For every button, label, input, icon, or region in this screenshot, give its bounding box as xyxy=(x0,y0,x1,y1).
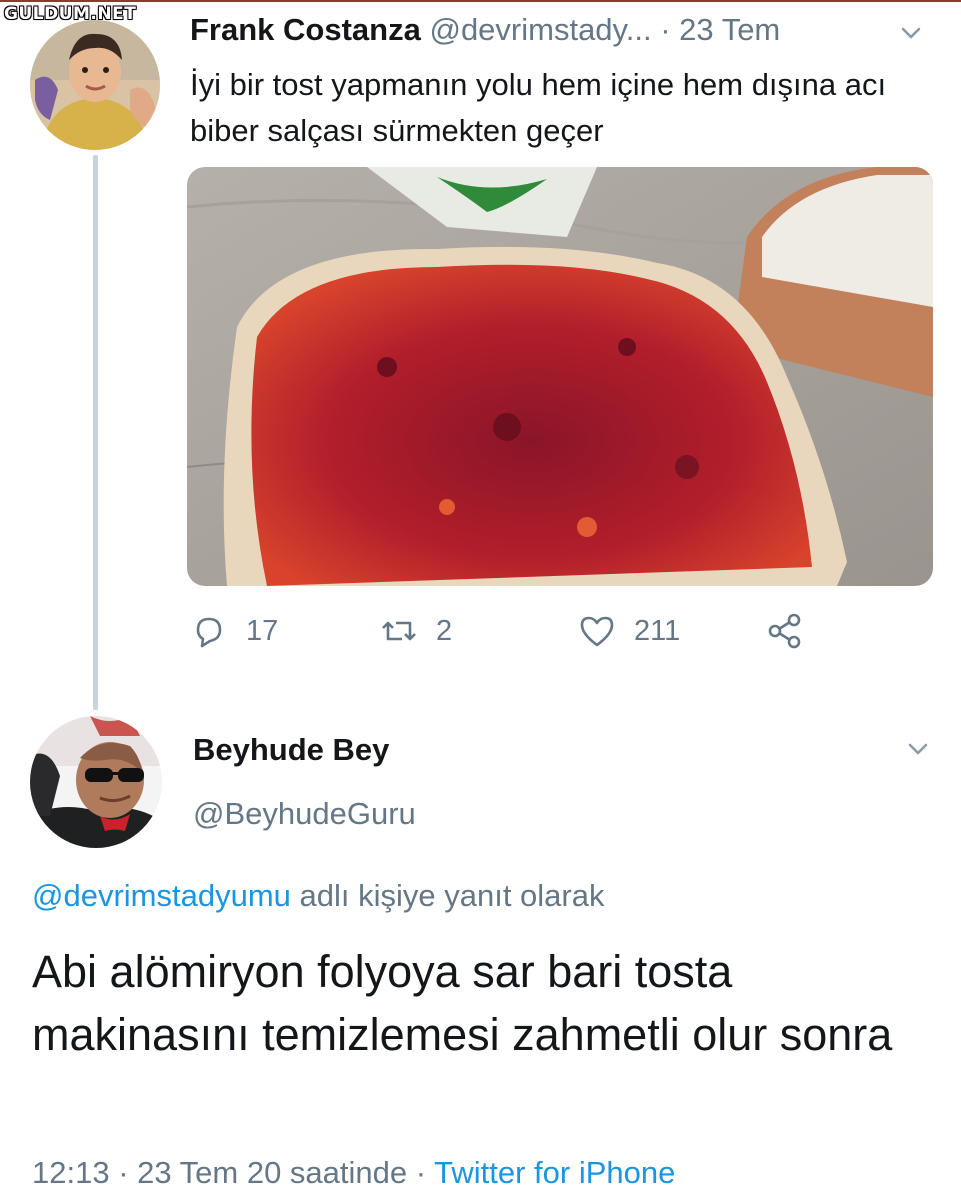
avatar[interactable] xyxy=(30,716,162,848)
reply-mention-link[interactable]: @devrimstadyumu xyxy=(32,878,291,913)
author-handle[interactable]: @BeyhudeGuru xyxy=(193,796,416,832)
tweet1-header: Frank Costanza @devrimstady... · 23 Tem xyxy=(190,12,780,48)
like-count: 211 xyxy=(634,614,681,647)
author-name[interactable]: Beyhude Bey xyxy=(193,732,389,768)
top-border xyxy=(0,0,961,2)
like-button[interactable]: 211 xyxy=(578,612,680,650)
tweet-timestamp[interactable]: 12:13 · 23 Tem 20 saatinde · xyxy=(32,1155,434,1190)
author-name[interactable]: Frank Costanza xyxy=(190,12,421,47)
retweet-icon xyxy=(382,621,416,641)
avatar-photo-sunglasses-man-icon xyxy=(30,716,162,848)
tweet-timestamp[interactable]: · 23 Tem xyxy=(660,12,780,47)
share-icon xyxy=(768,613,801,649)
reply-icon xyxy=(196,617,222,648)
tweet-actions-bar: 17 2 211 xyxy=(190,612,830,662)
reply-context: @devrimstadyumu adlı kişiye yanıt olarak xyxy=(32,878,604,914)
reply-context-label: adlı kişiye yanıt olarak xyxy=(290,878,605,913)
retweet-count: 2 xyxy=(436,614,453,647)
tweet-media-image[interactable] xyxy=(187,167,933,586)
author-handle[interactable]: @devrimstady... xyxy=(429,12,651,47)
chevron-down-icon[interactable] xyxy=(907,738,929,760)
reply-button[interactable]: 17 xyxy=(190,612,278,650)
site-watermark: GULDUM.NET xyxy=(4,4,137,24)
avatar[interactable] xyxy=(30,20,160,150)
tweet-meta: 12:13 · 23 Tem 20 saatinde · Twitter for… xyxy=(32,1155,675,1191)
share-button[interactable] xyxy=(766,612,822,650)
avatar-photo-child-icon xyxy=(30,20,160,150)
tweet-text: İyi bir tost yapmanın yolu hem içine hem… xyxy=(190,67,887,148)
reply-count: 17 xyxy=(246,614,279,647)
tweet-text: Abi alömiryon folyoya sar bari tosta mak… xyxy=(32,946,893,1060)
chevron-down-icon[interactable] xyxy=(900,22,922,44)
bread-with-red-pepper-paste-photo-icon xyxy=(187,167,933,586)
tweet-source-link[interactable]: Twitter for iPhone xyxy=(434,1155,675,1190)
thread-connector-line xyxy=(93,155,98,710)
retweet-button[interactable]: 2 xyxy=(380,612,452,650)
heart-icon xyxy=(580,616,614,647)
